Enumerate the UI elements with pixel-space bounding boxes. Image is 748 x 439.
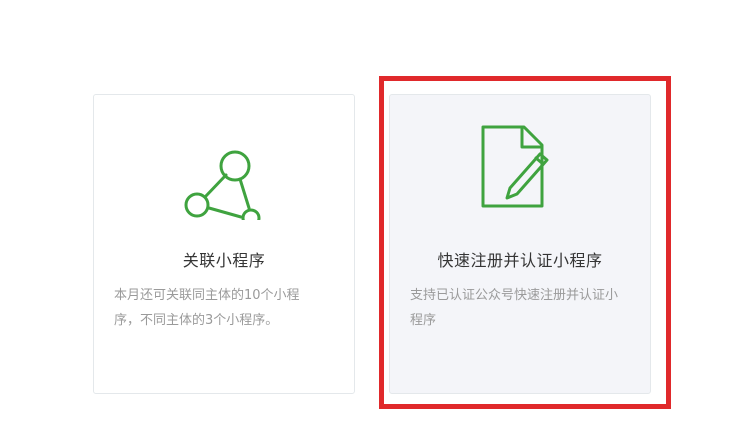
card-description: 本月还可关联同主体的10个小程序，不同主体的3个小程序。 [114, 288, 300, 328]
associate-mini-program-card[interactable]: 关联小程序 本月还可关联同主体的10个小程序，不同主体的3个小程序。 [93, 94, 355, 394]
document-edit-icon [481, 125, 549, 208]
quick-register-card[interactable]: 快速注册并认证小程序 支持已认证公众号快速注册并认证小程序 [389, 94, 651, 394]
share-network-icon [184, 150, 261, 220]
card-title: 快速注册并认证小程序 [437, 251, 603, 270]
card-description: 支持已认证公众号快速注册并认证小程序 [410, 288, 619, 328]
card-title: 关联小程序 [182, 251, 266, 270]
